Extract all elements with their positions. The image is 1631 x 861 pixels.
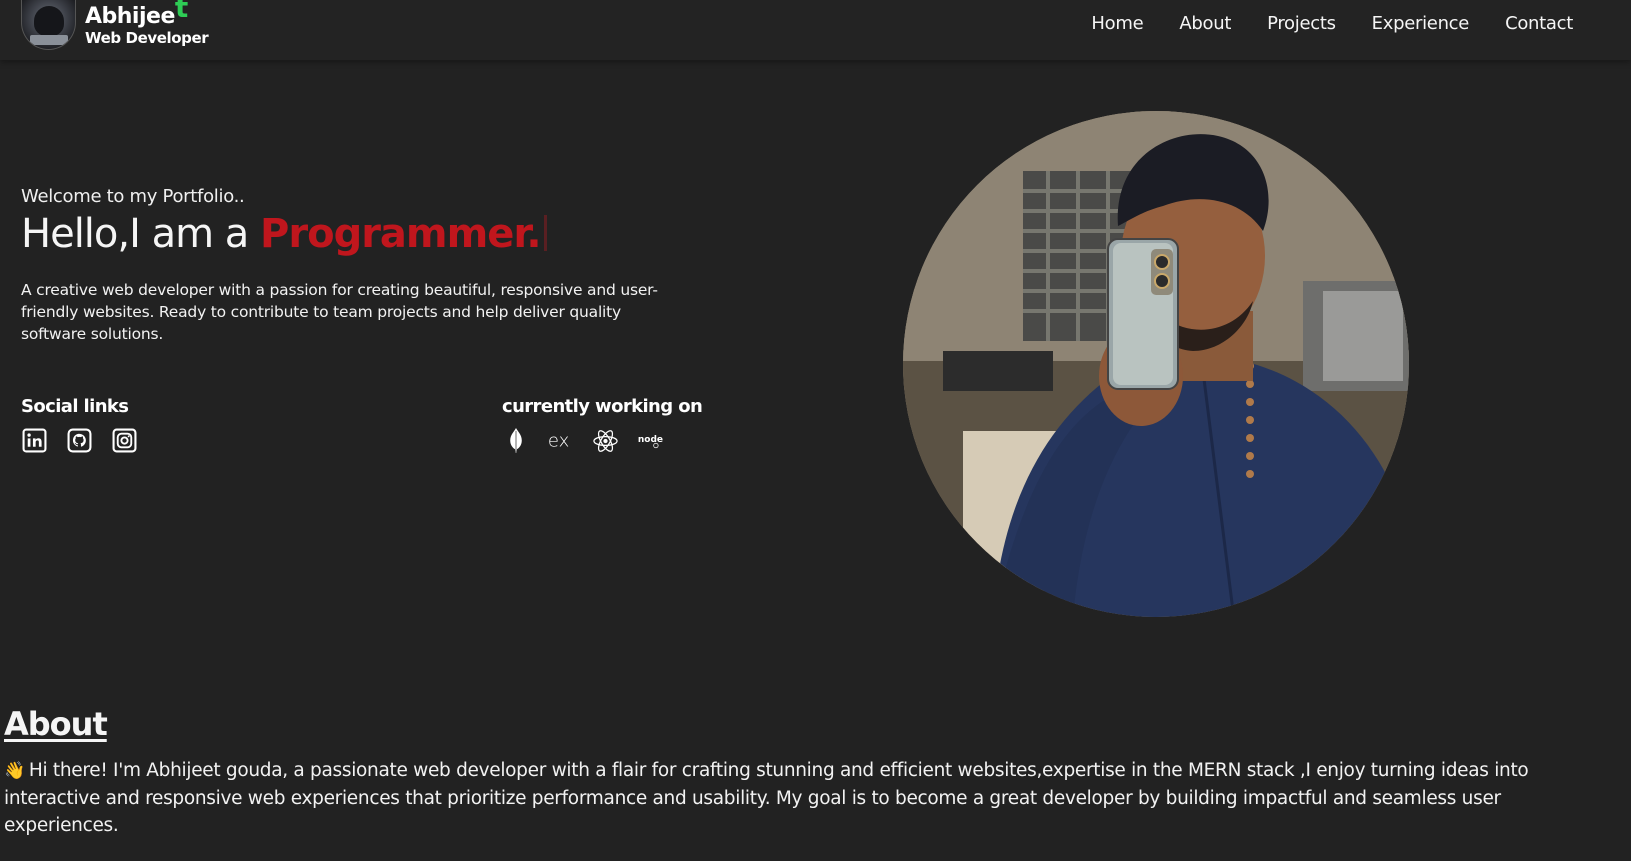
social-links: Social links bbox=[21, 396, 138, 454]
about-body: 👋 Hi there! I'm Abhijeet gouda, a passion… bbox=[4, 757, 1564, 839]
react-icon bbox=[592, 427, 619, 454]
brand-name-main: Abhijee bbox=[85, 4, 175, 29]
express-icon: ex bbox=[547, 427, 574, 454]
links-row: Social links currently working on ex nod… bbox=[21, 396, 721, 466]
profile-photo-illustration bbox=[903, 111, 1409, 617]
about-title: About bbox=[4, 705, 108, 743]
nodejs-icon: node bbox=[637, 427, 664, 454]
wave-emoji-icon: 👋 bbox=[4, 761, 25, 781]
social-title: Social links bbox=[21, 396, 129, 417]
welcome-text: Welcome to my Portfolio.. bbox=[21, 186, 245, 207]
about-text: Hi there! I'm Abhijeet gouda, a passiona… bbox=[4, 760, 1529, 836]
social-icons bbox=[21, 427, 138, 454]
nav-contact[interactable]: Contact bbox=[1505, 13, 1573, 34]
mongodb-icon bbox=[502, 427, 529, 454]
nav-projects[interactable]: Projects bbox=[1267, 13, 1336, 34]
github-icon[interactable] bbox=[66, 427, 93, 454]
brand-name-accent: t bbox=[174, 0, 188, 24]
nav-about[interactable]: About bbox=[1179, 13, 1231, 34]
profile-photo bbox=[903, 111, 1409, 617]
navbar: Abhijeet Web Developer Home About Projec… bbox=[0, 0, 1631, 60]
typing-cursor bbox=[543, 215, 547, 251]
brand-name: Abhijeet bbox=[85, 0, 208, 30]
stack-title: currently working on bbox=[502, 396, 703, 417]
svg-text:node: node bbox=[638, 434, 663, 444]
nav-home[interactable]: Home bbox=[1091, 13, 1143, 34]
svg-text:ex: ex bbox=[548, 430, 569, 451]
tech-stack: currently working on ex node bbox=[502, 396, 703, 454]
brand[interactable]: Abhijeet Web Developer bbox=[21, 0, 209, 50]
nav-experience[interactable]: Experience bbox=[1372, 13, 1470, 34]
hero-intro: A creative web developer with a passion … bbox=[21, 281, 658, 343]
about-section: About 👋 Hi there! I'm Abhijeet gouda, a p… bbox=[4, 705, 1614, 858]
hero-section: Welcome to my Portfolio.. Hello,I am a P… bbox=[21, 186, 701, 361]
brand-text: Abhijeet Web Developer bbox=[85, 0, 209, 47]
stack-icons: ex node bbox=[502, 427, 702, 454]
instagram-icon[interactable] bbox=[111, 427, 138, 454]
linkedin-icon[interactable] bbox=[21, 427, 48, 454]
hacker-avatar-icon bbox=[21, 0, 76, 50]
hero-headline: Hello,I am a Programmer. bbox=[21, 209, 701, 259]
headline-role: Programmer. bbox=[260, 211, 542, 257]
nav-links: Home About Projects Experience Contact bbox=[1091, 0, 1573, 46]
headline-prefix: Hello,I am a bbox=[21, 211, 249, 257]
brand-role: Web Developer bbox=[85, 29, 209, 47]
